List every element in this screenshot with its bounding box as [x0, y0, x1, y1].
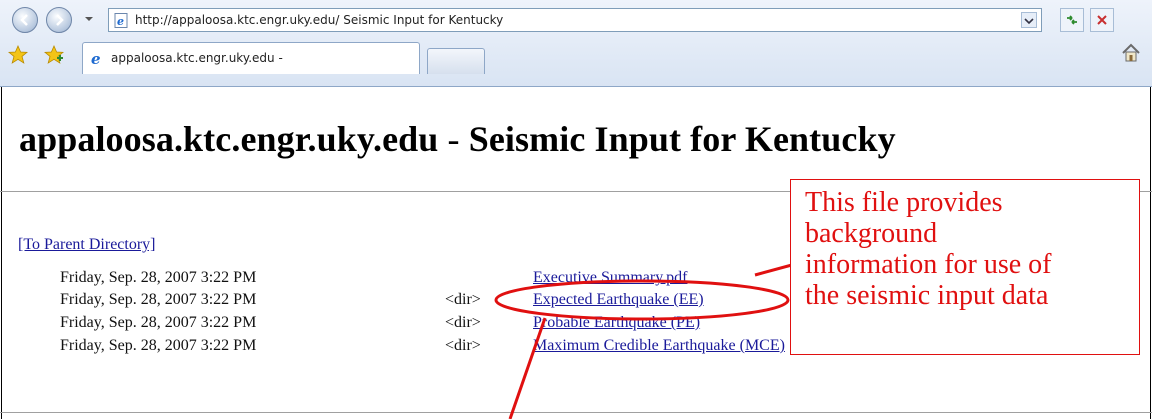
back-button[interactable] [12, 7, 38, 33]
browser-toolbar: e http://appaloosa.ktc.engr.uky.edu/ Sei… [0, 0, 1152, 87]
new-tab-button[interactable] [427, 48, 485, 74]
divider-bottom [0, 412, 1152, 413]
history-dropdown-icon[interactable] [84, 14, 94, 24]
title-separator: - [447, 119, 460, 159]
address-dropdown-button[interactable] [1021, 12, 1037, 28]
dir-marker: <dir> [445, 314, 481, 331]
callout-line: This file provides [805, 187, 1003, 218]
maximum-credible-earthquake-link[interactable]: Maximum Credible Earthquake (MCE) [533, 337, 785, 355]
back-arrow-icon [20, 14, 28, 26]
file-date: Friday, Sep. 28, 2007 3:22 PM [60, 314, 257, 331]
title-name: Seismic Input for Kentucky [468, 119, 896, 159]
executive-summary-link[interactable]: Executive Summary.pdf [533, 269, 687, 287]
dir-marker: <dir> [445, 337, 481, 354]
file-date: Friday, Sep. 28, 2007 3:22 PM [60, 291, 257, 308]
tab-label: appaloosa.ktc.engr.uky.edu - [111, 51, 283, 65]
callout-line: information for use of [805, 249, 1052, 280]
list-item: Friday, Sep. 28, 2007 3:22 PM <dir> Maxi… [60, 337, 910, 359]
callout-line: the seismic input data [805, 280, 1049, 311]
list-item: Friday, Sep. 28, 2007 3:22 PM <dir> Prob… [60, 314, 910, 336]
list-item: Friday, Sep. 28, 2007 3:22 PM Executive … [60, 269, 910, 291]
file-date: Friday, Sep. 28, 2007 3:22 PM [60, 337, 257, 354]
add-favorite-icon[interactable] [44, 45, 64, 65]
forward-button[interactable] [46, 7, 72, 33]
close-icon [1097, 15, 1107, 25]
title-host: appaloosa.ktc.engr.uky.edu [19, 119, 439, 159]
list-item: Friday, Sep. 28, 2007 3:22 PM <dir> Expe… [60, 291, 910, 313]
ie-page-icon: e [114, 13, 128, 28]
expected-earthquake-link[interactable]: Expected Earthquake (EE) [533, 291, 704, 309]
ie-page-icon: e [91, 51, 101, 66]
callout-line: background [805, 218, 938, 249]
svg-text:e: e [91, 51, 101, 66]
page-title: appaloosa.ktc.engr.uky.edu - Seismic Inp… [19, 118, 896, 160]
svg-text:e: e [117, 15, 124, 28]
probable-earthquake-link[interactable]: Probable Earthquake (PE) [533, 314, 700, 332]
home-icon[interactable] [1120, 42, 1142, 64]
tab-active[interactable]: e appaloosa.ktc.engr.uky.edu - [82, 42, 420, 74]
parent-directory-link[interactable]: [To Parent Directory] [18, 236, 156, 254]
chevron-down-icon [1024, 18, 1034, 25]
annotation-callout: This file provides background informatio… [790, 179, 1140, 355]
refresh-icon [1067, 15, 1077, 25]
address-bar[interactable]: e http://appaloosa.ktc.engr.uky.edu/ Sei… [108, 8, 1042, 32]
forward-arrow-icon [56, 14, 64, 26]
dir-marker: <dir> [445, 291, 481, 308]
stop-button[interactable] [1090, 8, 1114, 32]
refresh-button[interactable] [1060, 8, 1084, 32]
address-text: http://appaloosa.ktc.engr.uky.edu/ Seism… [135, 13, 504, 27]
file-date: Friday, Sep. 28, 2007 3:22 PM [60, 269, 257, 286]
favorites-star-icon[interactable] [8, 45, 28, 65]
